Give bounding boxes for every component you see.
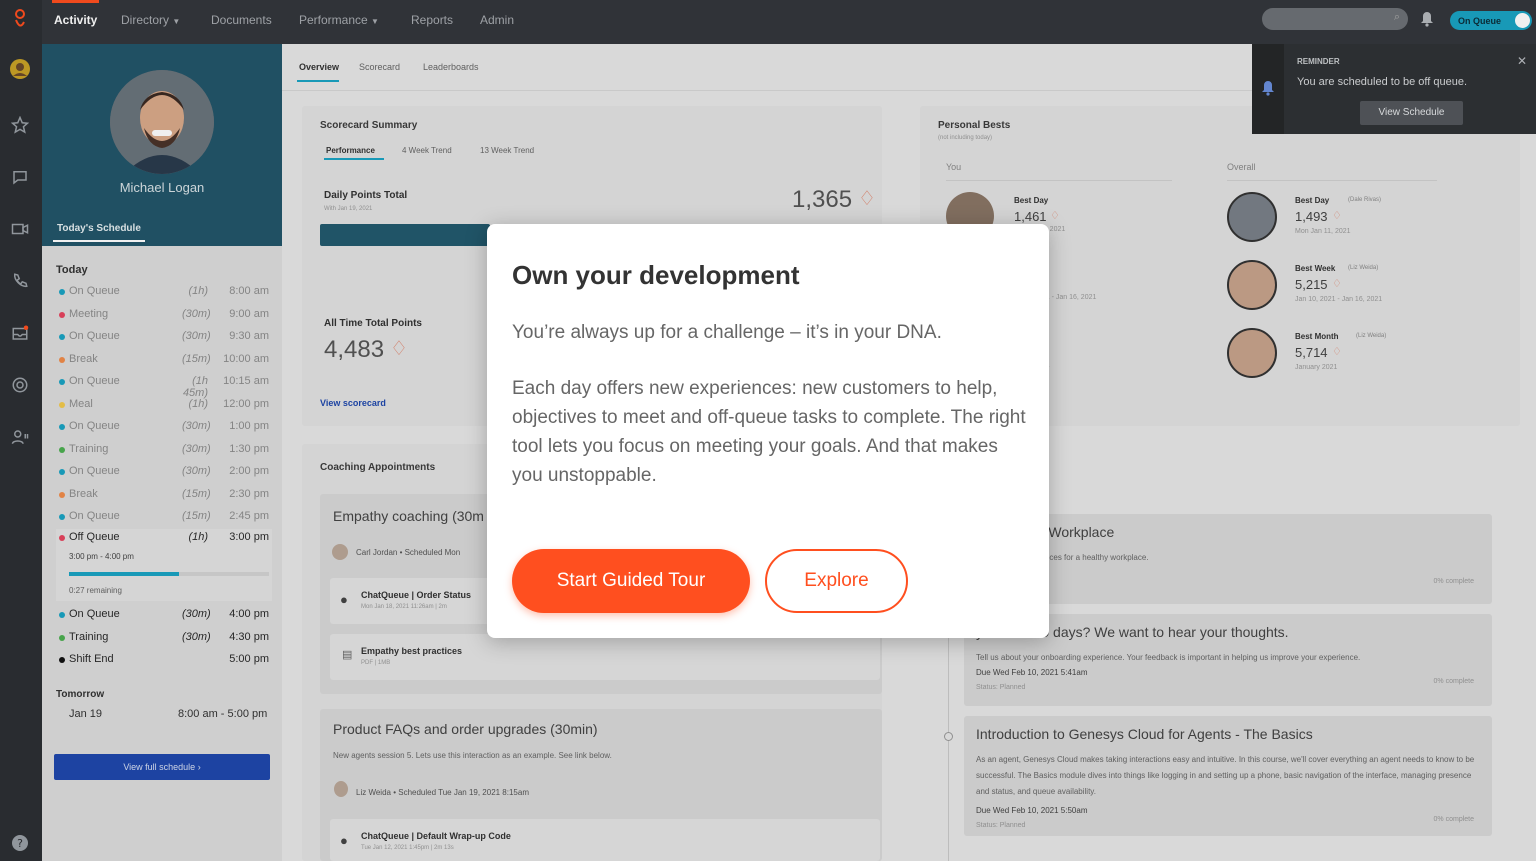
start-guided-tour-button[interactable]: Start Guided Tour xyxy=(512,549,750,613)
explore-button[interactable]: Explore xyxy=(765,549,908,613)
modal-title: Own your development xyxy=(512,260,800,290)
onboarding-modal: Own your development You’re always up fo… xyxy=(487,224,1049,638)
modal-paragraph-2: Each day offers new experiences: new cus… xyxy=(512,378,1026,486)
modal-paragraph-1: You’re always up for a challenge – it’s … xyxy=(512,322,942,343)
